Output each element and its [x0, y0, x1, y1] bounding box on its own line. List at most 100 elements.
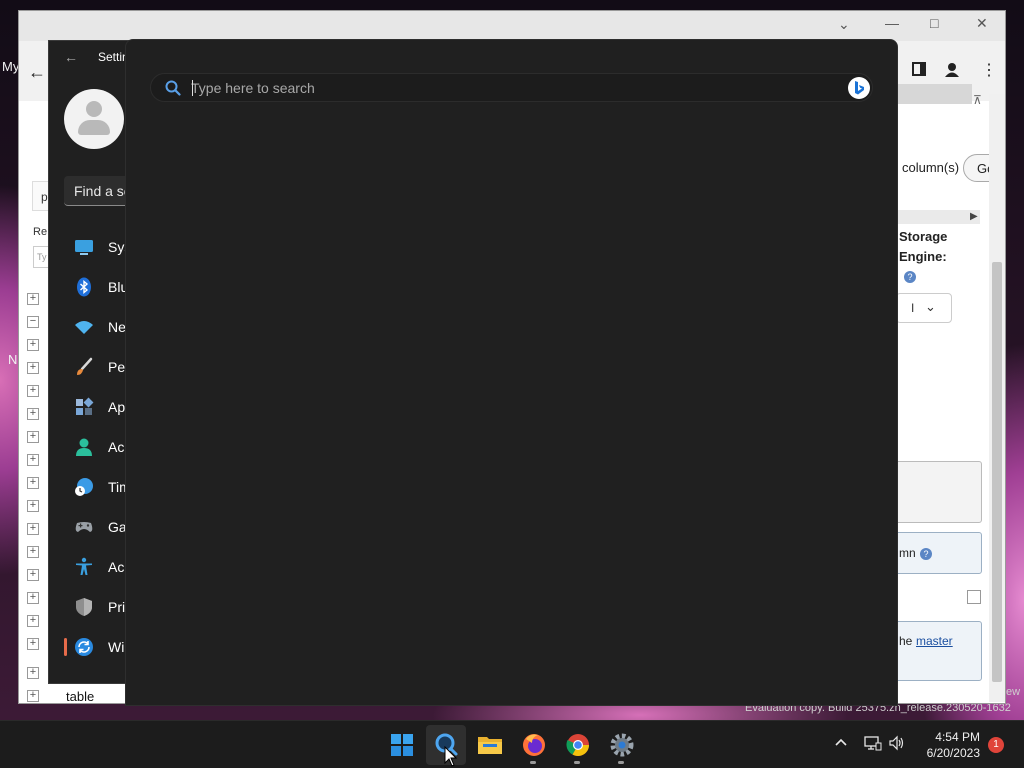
start-button[interactable] [382, 725, 422, 765]
avatar-head [86, 101, 102, 117]
column-label: mn [899, 546, 916, 560]
search-input[interactable] [191, 78, 791, 98]
search-icon [165, 80, 181, 101]
firefox-button[interactable] [514, 725, 554, 765]
taskbar: 4:54 PM 6/20/2023 1 [0, 720, 1024, 768]
text-caret [192, 80, 193, 96]
gamepad-icon [74, 517, 94, 537]
minimize-icon[interactable]: — [885, 15, 899, 31]
type-filter-input[interactable]: Ty [33, 246, 49, 268]
engine-label: Engine: [899, 249, 947, 264]
storage-engine-select[interactable]: I ⌄ [896, 293, 952, 323]
chevron-up-icon[interactable] [834, 735, 848, 752]
find-setting-input[interactable]: Find a setting [64, 176, 134, 206]
sidebar-item-personalization[interactable]: Personalization [64, 349, 204, 385]
folder-icon [470, 737, 510, 768]
chevron-down-icon[interactable]: ⌄ [838, 16, 850, 33]
file-explorer-button[interactable] [470, 725, 510, 765]
scrollbar-thumb[interactable] [992, 262, 1002, 682]
clock[interactable]: 4:54 PM 6/20/2023 [918, 729, 980, 761]
brush-icon [74, 357, 94, 377]
triangle-right-icon[interactable]: ▶ [970, 211, 978, 222]
settings-button[interactable] [602, 725, 642, 765]
sidebar-item-time-language[interactable]: Time & language [64, 469, 213, 505]
tree-expand-icon[interactable]: + [27, 385, 39, 397]
kebab-menu-icon[interactable]: ⋮ [981, 60, 997, 80]
person-icon [74, 437, 94, 457]
active-indicator [64, 638, 67, 656]
sidebar-item-gaming[interactable]: Gaming [64, 509, 157, 545]
running-indicator [574, 761, 580, 764]
shield-icon [74, 597, 94, 617]
notification-badge[interactable]: 1 [988, 737, 1004, 753]
clock-time: 4:54 PM [935, 730, 980, 744]
firefox-icon [514, 734, 554, 768]
wifi-icon [74, 317, 94, 337]
tree-expand-icon[interactable]: + [27, 667, 39, 679]
chrome-button[interactable] [558, 725, 598, 765]
chevron-down-icon: ⌄ [925, 299, 936, 314]
sidebar-item-apps[interactable]: Apps [64, 389, 140, 425]
sidebar-item-system[interactable]: System [64, 229, 155, 265]
accessibility-icon [74, 557, 94, 577]
tree-expand-icon[interactable]: + [27, 293, 39, 305]
network-icon[interactable] [864, 735, 882, 754]
windows-logo-icon [382, 734, 422, 768]
bluetooth-icon [74, 277, 94, 297]
tree-expand-icon[interactable]: − [27, 316, 39, 328]
globe-clock-icon [74, 477, 94, 497]
tree-expand-icon[interactable]: + [27, 477, 39, 489]
sidebar-toggle-icon[interactable] [912, 62, 926, 81]
storage-engine-value: I [911, 301, 915, 315]
tree-expand-icon[interactable]: + [27, 569, 39, 581]
tree-expand-icon[interactable]: + [27, 592, 39, 604]
recent-label: Re [33, 226, 48, 238]
close-icon[interactable]: ✕ [976, 15, 988, 32]
tree-expand-icon[interactable]: + [27, 431, 39, 443]
storage-label: Storage [899, 229, 948, 244]
note-icon[interactable] [967, 590, 981, 604]
columns-label: column(s) [902, 160, 960, 175]
bing-chat-icon[interactable] [848, 77, 870, 99]
tree-expand-icon[interactable]: + [27, 500, 39, 512]
desktop-label-my: My [2, 59, 20, 74]
tree-expand-icon[interactable]: + [27, 339, 39, 351]
tree-expand-icon[interactable]: + [27, 523, 39, 535]
master-link[interactable]: master [916, 634, 953, 648]
tree-expand-icon[interactable]: + [27, 638, 39, 650]
update-icon [74, 637, 94, 657]
tree-item-table[interactable]: table [66, 689, 94, 704]
avatar[interactable] [64, 89, 124, 149]
help-icon[interactable]: ? [920, 548, 932, 560]
search-bar[interactable] [150, 73, 873, 102]
volume-icon[interactable] [888, 735, 906, 754]
tree-expand-icon[interactable]: + [27, 615, 39, 627]
running-indicator [618, 761, 624, 764]
mouse-cursor-icon [444, 745, 458, 768]
sidebar-item-privacy-security[interactable]: Privacy & security [64, 589, 219, 625]
profile-icon[interactable] [944, 62, 960, 83]
maximize-icon[interactable]: □ [930, 15, 938, 31]
tree-expand-icon[interactable]: + [27, 408, 39, 420]
help-icon[interactable]: ? [904, 271, 916, 283]
sidebar-item-accounts[interactable]: Accounts [64, 429, 166, 465]
clock-date: 6/20/2023 [926, 746, 980, 760]
back-arrow-icon[interactable]: ← [28, 62, 46, 83]
sidebar-item-accessibility[interactable]: Accessibility [64, 549, 184, 585]
sidebar-item-windows-update[interactable]: Windows Update [64, 629, 214, 665]
apps-icon [74, 397, 94, 417]
tree-expand-icon[interactable]: + [27, 546, 39, 558]
tree-expand-icon[interactable]: + [27, 454, 39, 466]
desktop-label-n: N [8, 352, 18, 367]
back-arrow-icon[interactable]: ← [64, 49, 78, 65]
sidebar-item-bluetooth-devices[interactable]: Bluetooth & devices [64, 269, 232, 305]
tree-expand-icon[interactable]: + [27, 690, 39, 702]
browser-titlebar [19, 11, 1005, 41]
gear-icon [602, 733, 642, 768]
tree-expand-icon[interactable]: + [27, 362, 39, 374]
sidebar-item-network-internet[interactable]: Network & internet [64, 309, 223, 345]
collapse-icon[interactable]: ⊼ [973, 93, 982, 107]
search-flyout [125, 39, 898, 706]
monitor-icon [74, 237, 94, 257]
master-prefix: he [899, 634, 913, 648]
